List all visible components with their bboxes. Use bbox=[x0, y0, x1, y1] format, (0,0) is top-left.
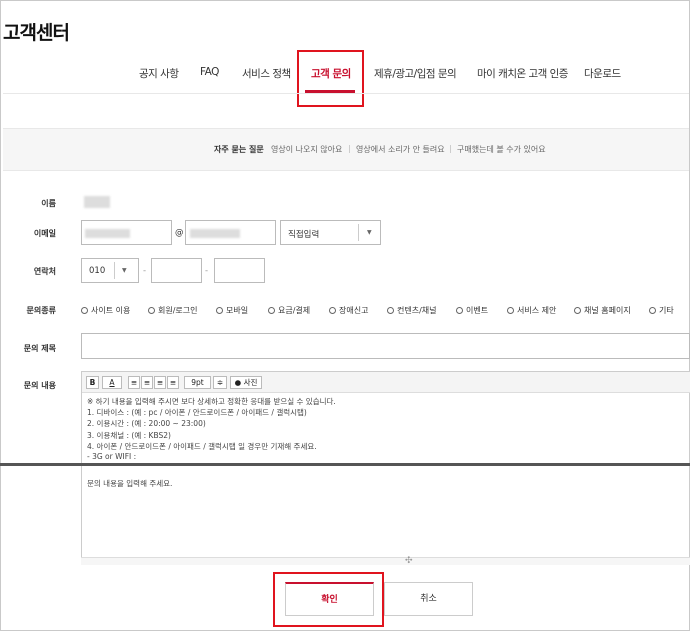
template-line: ※ 하기 내용을 입력해 주시면 보다 상세하고 정확한 응대를 받으실 수 있… bbox=[87, 397, 336, 406]
faq-link-1[interactable]: 영상이 나오지 않아요 bbox=[271, 144, 342, 155]
content-label: 문의 내용 bbox=[23, 381, 56, 390]
radio-billing[interactable]: 요금/결제 bbox=[268, 305, 310, 316]
radio-circle-icon bbox=[329, 307, 336, 314]
email-at-sign: @ bbox=[175, 228, 184, 238]
chevron-down-icon: ▼ bbox=[122, 267, 127, 274]
radio-member-login[interactable]: 회원/로그인 bbox=[148, 305, 198, 316]
radio-content-channel[interactable]: 컨텐츠/채널 bbox=[387, 305, 437, 316]
select-divider bbox=[358, 224, 359, 241]
template-line: 4. 아이폰 / 안드로이드폰 / 아이패드 / 갤럭시탭 일 경우만 기재해 … bbox=[87, 442, 317, 451]
font-size-select[interactable]: 9pt bbox=[184, 376, 211, 389]
screenshot-divider bbox=[0, 463, 690, 466]
phone-middle-input[interactable] bbox=[151, 258, 202, 283]
template-line: 1. 디바이스 : (예 : pc / 아이폰 / 안드로이드폰 / 아이패드 … bbox=[87, 408, 307, 417]
chevron-down-icon: ▼ bbox=[367, 229, 372, 236]
radio-service-suggestion[interactable]: 서비스 제안 bbox=[507, 305, 556, 316]
radio-circle-icon bbox=[216, 307, 223, 314]
photo-button[interactable]: ● 사진 bbox=[230, 376, 262, 389]
faq-link-2[interactable]: 영상에서 소리가 안 들려요 bbox=[356, 144, 445, 155]
resize-handle-icon[interactable]: ✣ bbox=[405, 556, 413, 566]
radio-circle-icon bbox=[507, 307, 514, 314]
radio-circle-icon bbox=[81, 307, 88, 314]
subject-input[interactable] bbox=[81, 333, 690, 359]
highlight-box-nav bbox=[297, 50, 364, 107]
phone-label: 연락처 bbox=[33, 267, 56, 276]
nav-partnership[interactable]: 제휴/광고/입점 문의 bbox=[374, 66, 457, 81]
phone-prefix-value: 010 bbox=[89, 266, 106, 276]
email-id-redacted bbox=[85, 229, 130, 238]
faq-link-3[interactable]: 구매했는데 볼 수가 있어요 bbox=[457, 144, 546, 155]
name-label: 이름 bbox=[41, 199, 56, 208]
bold-button[interactable]: B bbox=[86, 376, 99, 389]
faq-separator: | bbox=[449, 144, 452, 153]
email-label: 이메일 bbox=[33, 229, 56, 238]
faq-separator: | bbox=[348, 144, 351, 153]
inquiry-type-label: 문의종류 bbox=[26, 306, 56, 315]
template-line: 2. 이용시간 : (예 : 20:00 ~ 23:00) bbox=[87, 419, 206, 428]
nav-service-policy[interactable]: 서비스 정책 bbox=[242, 66, 291, 81]
email-domain-redacted bbox=[190, 229, 240, 238]
radio-mobile[interactable]: 모바일 bbox=[216, 305, 248, 316]
radio-error-report[interactable]: 장애신고 bbox=[329, 305, 368, 316]
email-domain-select-value: 직접입력 bbox=[288, 230, 320, 240]
radio-circle-icon bbox=[456, 307, 463, 314]
align-left-icon[interactable]: ≡ bbox=[128, 376, 140, 389]
nav-auth[interactable]: 마이 캐치온 고객 인증 bbox=[477, 66, 568, 81]
faq-title: 자주 묻는 질문 bbox=[214, 145, 264, 154]
radio-other[interactable]: 기타 bbox=[649, 305, 674, 316]
cancel-button[interactable]: 취소 bbox=[384, 582, 473, 616]
highlight-box-confirm bbox=[273, 572, 384, 627]
line-height-icon[interactable]: ≑ bbox=[213, 376, 227, 389]
nav-notice[interactable]: 공지 사항 bbox=[139, 66, 179, 81]
editor-body-text: 문의 내용을 입력해 주세요. bbox=[87, 479, 173, 488]
phone-prefix-select[interactable]: 010 ▼ bbox=[81, 258, 139, 283]
name-value-redacted bbox=[84, 196, 110, 208]
nav-faq[interactable]: FAQ bbox=[200, 66, 219, 78]
editor-resize-bar[interactable] bbox=[81, 557, 690, 565]
email-domain-select[interactable]: 직접입력 ▼ bbox=[280, 220, 381, 245]
align-right-icon[interactable]: ≡ bbox=[154, 376, 166, 389]
radio-circle-icon bbox=[268, 307, 275, 314]
nav-download[interactable]: 다운로드 bbox=[584, 66, 621, 81]
radio-site-usage[interactable]: 사이트 이용 bbox=[81, 305, 130, 316]
page-title: 고객센터 bbox=[3, 22, 70, 44]
radio-circle-icon bbox=[649, 307, 656, 314]
nav-divider bbox=[3, 93, 689, 94]
align-center-icon[interactable]: ≡ bbox=[141, 376, 153, 389]
radio-channel-homepage[interactable]: 채널 홈페이지 bbox=[574, 305, 631, 316]
editor-toolbar: B A ≡ ≡ ≡ ≡ 9pt ≑ ● 사진 bbox=[82, 372, 690, 393]
radio-event[interactable]: 이벤트 bbox=[456, 305, 488, 316]
faq-band bbox=[3, 128, 689, 171]
template-line: 3. 이용채널 : (예 : KBS2) bbox=[87, 431, 171, 440]
font-color-button[interactable]: A bbox=[102, 376, 122, 389]
radio-circle-icon bbox=[387, 307, 394, 314]
radio-circle-icon bbox=[574, 307, 581, 314]
align-justify-icon[interactable]: ≡ bbox=[167, 376, 179, 389]
select-divider bbox=[114, 262, 115, 279]
radio-circle-icon bbox=[148, 307, 155, 314]
phone-last-input[interactable] bbox=[214, 258, 265, 283]
phone-dash: - bbox=[143, 266, 147, 276]
template-line: - 3G or WIFI : bbox=[87, 452, 137, 461]
subject-label: 문의 제목 bbox=[23, 344, 56, 353]
phone-dash: - bbox=[205, 266, 209, 276]
